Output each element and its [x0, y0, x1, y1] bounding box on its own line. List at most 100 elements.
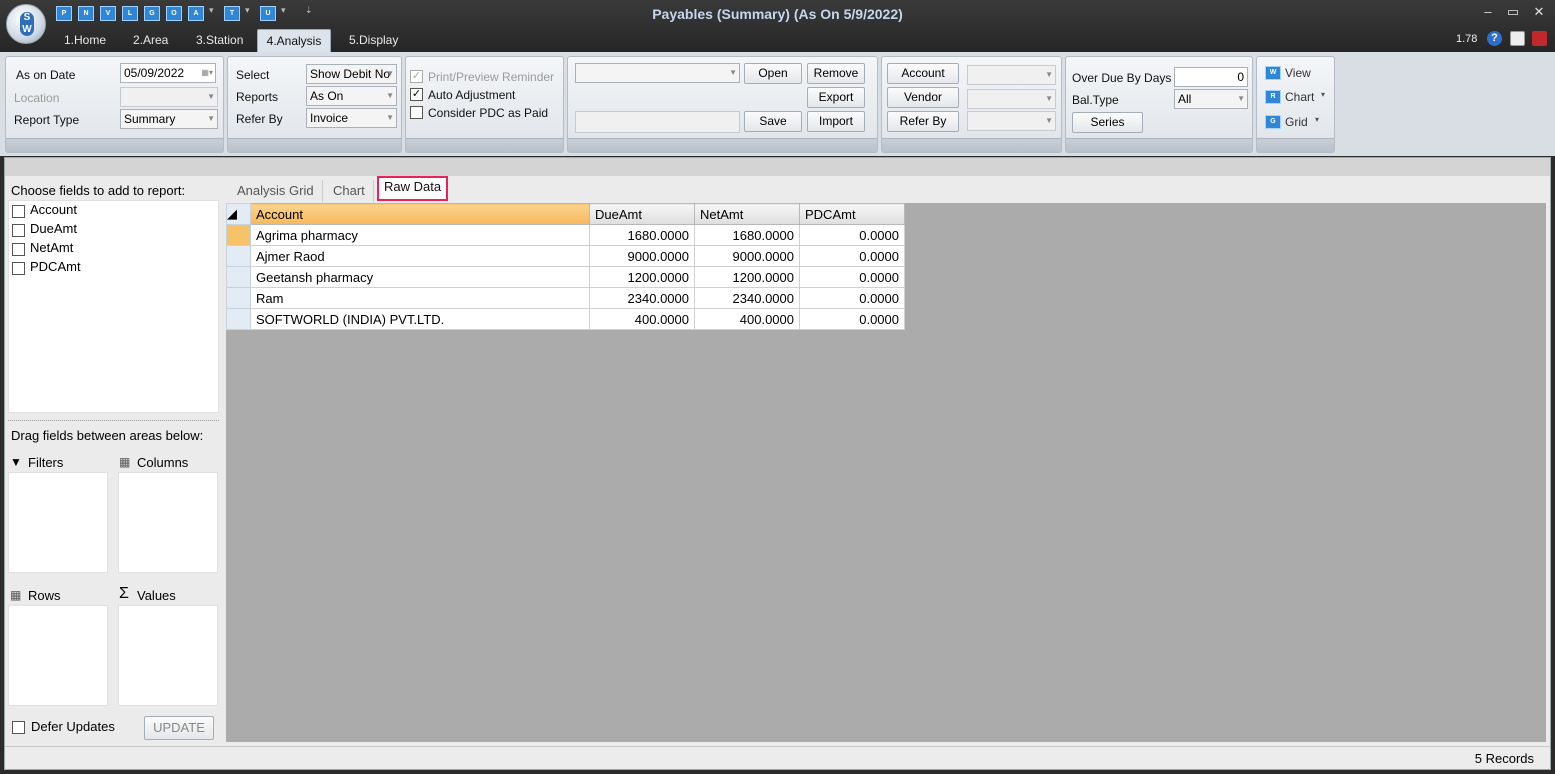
field-list: Account DueAmt NetAmt PDCAmt	[8, 200, 219, 413]
tab-analysis-grid[interactable]: Analysis Grid	[229, 180, 323, 202]
account-cell[interactable]: Agrima pharmacy	[250, 224, 590, 246]
column-header-account[interactable]: Account	[250, 203, 590, 225]
defer-updates-checkbox[interactable]	[12, 721, 25, 734]
account-field-checkbox[interactable]	[12, 205, 25, 218]
column-header-netamt[interactable]: NetAmt	[694, 203, 800, 225]
select-all-corner[interactable]: ◢	[226, 203, 251, 225]
consider-pdc-checkbox[interactable]	[410, 106, 423, 119]
export-button[interactable]: Export	[807, 87, 865, 108]
pdcamt-cell[interactable]: 0.0000	[799, 245, 905, 267]
dueamt-field-label[interactable]: DueAmt	[30, 221, 77, 236]
table-row[interactable]: Ajmer Raod 9000.0000 9000.0000 0.0000	[226, 245, 905, 267]
netamt-cell[interactable]: 9000.0000	[694, 245, 800, 267]
filters-area[interactable]	[8, 472, 108, 573]
table-row[interactable]: SOFTWORLD (INDIA) PVT.LTD. 400.0000 400.…	[226, 308, 905, 330]
rows-area[interactable]	[8, 605, 108, 706]
layout-name-input[interactable]	[575, 111, 740, 133]
close-icon[interactable]: ✕	[1529, 4, 1549, 20]
refer-by-combo[interactable]: Invoice ▼	[306, 108, 397, 128]
refer-by-filter-combo[interactable]: ▼	[967, 111, 1056, 131]
view-button[interactable]: View	[1285, 66, 1311, 80]
over-due-input[interactable]: 0	[1174, 67, 1248, 87]
tab-raw-data[interactable]: Raw Data	[377, 176, 449, 201]
pdcamt-cell[interactable]: 0.0000	[799, 266, 905, 288]
print-preview-checkbox[interactable]: ✓	[410, 70, 423, 83]
table-row[interactable]: Ram 2340.0000 2340.0000 0.0000	[226, 287, 905, 309]
dueamt-cell[interactable]: 400.0000	[589, 308, 695, 330]
document-icon[interactable]	[1510, 31, 1525, 46]
pdcamt-field-checkbox[interactable]	[12, 262, 25, 275]
auto-adjustment-checkbox[interactable]: ✓	[410, 88, 423, 101]
tab-analysis[interactable]: 4.Analysis	[257, 29, 331, 52]
account-cell[interactable]: Geetansh pharmacy	[250, 266, 590, 288]
tab-home[interactable]: 1.Home	[58, 29, 112, 52]
sigma-icon: Σ	[119, 585, 129, 602]
reports-combo[interactable]: As On ▼	[306, 86, 397, 106]
dueamt-cell[interactable]: 2340.0000	[589, 287, 695, 309]
pdcamt-cell[interactable]: 0.0000	[799, 287, 905, 309]
account-cell[interactable]: SOFTWORLD (INDIA) PVT.LTD.	[250, 308, 590, 330]
netamt-field-label[interactable]: NetAmt	[30, 240, 73, 255]
dueamt-cell[interactable]: 9000.0000	[589, 245, 695, 267]
account-combo[interactable]: ▼	[967, 65, 1056, 85]
netamt-cell[interactable]: 400.0000	[694, 308, 800, 330]
account-cell[interactable]: Ram	[250, 287, 590, 309]
bal-type-combo[interactable]: All ▼	[1174, 89, 1248, 109]
report-body: Choose fields to add to report: Account …	[4, 157, 1551, 770]
row-header[interactable]	[226, 245, 251, 267]
account-cell[interactable]: Ajmer Raod	[250, 245, 590, 267]
pdcamt-cell[interactable]: 0.0000	[799, 308, 905, 330]
row-header[interactable]	[226, 308, 251, 330]
netamt-cell[interactable]: 2340.0000	[694, 287, 800, 309]
row-header[interactable]	[226, 224, 251, 246]
help-icon[interactable]: ?	[1487, 31, 1502, 46]
tab-area[interactable]: 2.Area	[127, 29, 174, 52]
maximize-icon[interactable]: ▭	[1503, 4, 1523, 20]
grid-button[interactable]: Grid	[1285, 115, 1308, 129]
bal-type-label: Bal.Type	[1072, 93, 1119, 107]
refer-by-button[interactable]: Refer By	[887, 111, 959, 132]
report-type-combo[interactable]: Summary ▼	[120, 109, 218, 129]
remove-button[interactable]: Remove	[807, 63, 865, 84]
column-header-dueamt[interactable]: DueAmt	[589, 203, 695, 225]
open-button[interactable]: Open	[744, 63, 802, 84]
chevron-down-icon: ▼	[1045, 116, 1053, 125]
layout-combo[interactable]: ▼	[575, 63, 740, 83]
dueamt-field-checkbox[interactable]	[12, 224, 25, 237]
save-button[interactable]: Save	[744, 111, 802, 132]
table-row[interactable]: Geetansh pharmacy 1200.0000 1200.0000 0.…	[226, 266, 905, 288]
row-header[interactable]	[226, 287, 251, 309]
tab-station[interactable]: 3.Station	[190, 29, 249, 52]
import-button[interactable]: Import	[807, 111, 865, 132]
row-header[interactable]	[226, 266, 251, 288]
tab-display[interactable]: 5.Display	[343, 29, 404, 52]
calendar-icon[interactable]: ▦▾	[201, 64, 213, 82]
columns-area[interactable]	[118, 472, 218, 573]
netamt-cell[interactable]: 1200.0000	[694, 266, 800, 288]
netamt-cell[interactable]: 1680.0000	[694, 224, 800, 246]
values-area[interactable]	[118, 605, 218, 706]
account-field-label[interactable]: Account	[30, 202, 77, 217]
chevron-down-icon[interactable]: ▾	[1315, 115, 1319, 124]
netamt-field-checkbox[interactable]	[12, 243, 25, 256]
pdcamt-cell[interactable]: 0.0000	[799, 224, 905, 246]
chart-button[interactable]: Chart	[1285, 90, 1314, 104]
select-combo[interactable]: Show Debit No ▼	[306, 64, 397, 84]
location-combo[interactable]: ▼	[120, 87, 218, 107]
tab-chart[interactable]: Chart	[325, 180, 374, 202]
pdcamt-field-label[interactable]: PDCAmt	[30, 259, 81, 274]
account-button[interactable]: Account	[887, 63, 959, 84]
dueamt-cell[interactable]: 1200.0000	[589, 266, 695, 288]
chevron-down-icon[interactable]: ▾	[1321, 90, 1325, 99]
vendor-combo[interactable]: ▼	[967, 89, 1056, 109]
exit-icon[interactable]	[1532, 31, 1547, 46]
dueamt-cell[interactable]: 1680.0000	[589, 224, 695, 246]
minimize-icon[interactable]: –	[1478, 4, 1498, 19]
report-type-label: Report Type	[14, 113, 80, 127]
column-header-pdcamt[interactable]: PDCAmt	[799, 203, 905, 225]
update-button[interactable]: UPDATE	[144, 716, 214, 740]
series-button[interactable]: Series	[1072, 112, 1143, 133]
vendor-button[interactable]: Vendor	[887, 87, 959, 108]
as-on-date-field[interactable]: 05/09/2022 ▦▾	[120, 63, 216, 83]
table-row[interactable]: Agrima pharmacy 1680.0000 1680.0000 0.00…	[226, 224, 905, 246]
